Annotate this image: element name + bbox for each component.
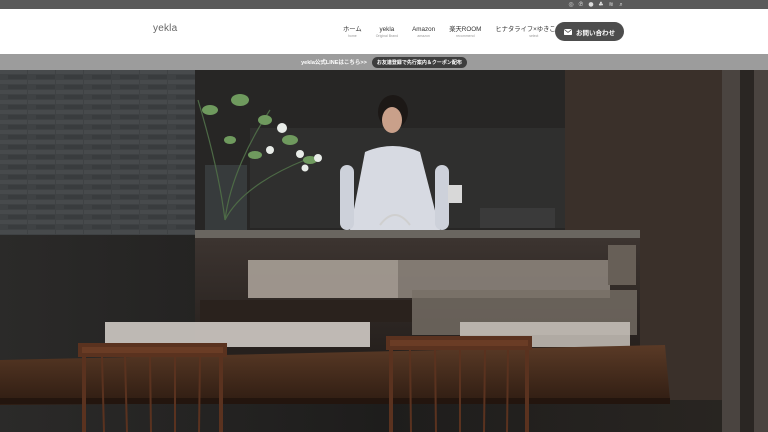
contact-button-label: お問い合わせ: [576, 29, 615, 37]
nav-item-yekla[interactable]: yekla Original Brand: [369, 26, 405, 39]
banner-pill[interactable]: お友達登録で先行案内＆クーポン配布: [371, 56, 467, 68]
main-nav: ホーム home yekla Original Brand Amazon ama…: [336, 26, 579, 39]
nav-item-label: yekla: [379, 26, 395, 33]
line-icon[interactable]: ●: [588, 1, 594, 8]
contact-button[interactable]: お問い合わせ: [555, 22, 624, 41]
banner-text[interactable]: yekla公式LINEはこちら>>: [301, 58, 367, 66]
nav-item-sublabel: home: [347, 34, 357, 38]
nav-item-label: ホーム: [343, 26, 362, 33]
search-icon[interactable]: ⌕: [618, 1, 624, 8]
mail-icon: [564, 28, 572, 35]
nav-item-rakuten-room[interactable]: 楽天ROOM recommend: [442, 26, 488, 39]
nav-item-home[interactable]: ホーム home: [336, 26, 369, 39]
nav-item-sublabel: Original Brand: [375, 34, 399, 38]
hero-image: [0, 70, 768, 432]
site-header: yekla ホーム home yekla Original Brand Amaz…: [0, 9, 768, 54]
note-icon[interactable]: ♣: [598, 1, 604, 8]
social-icons: ◎ ℗ ● ♣ ≋ ⌕: [568, 0, 624, 9]
rss-icon[interactable]: ≋: [608, 1, 614, 8]
nav-item-label: Amazon: [412, 26, 436, 33]
top-utility-bar: ◎ ℗ ● ♣ ≋ ⌕: [0, 0, 768, 9]
pinterest-icon[interactable]: ℗: [578, 1, 584, 8]
nav-item-sublabel: select: [529, 34, 539, 38]
nav-item-sublabel: recommend: [456, 34, 475, 38]
site-logo[interactable]: yekla: [153, 23, 177, 34]
nav-item-sublabel: amazon: [417, 34, 430, 38]
instagram-icon[interactable]: ◎: [568, 1, 574, 8]
nav-item-amazon[interactable]: Amazon amazon: [405, 26, 442, 39]
hero-photo: [0, 70, 768, 432]
line-banner[interactable]: yekla公式LINEはこちら>> お友達登録で先行案内＆クーポン配布: [0, 54, 768, 70]
nav-item-label: 楽天ROOM: [449, 26, 482, 33]
